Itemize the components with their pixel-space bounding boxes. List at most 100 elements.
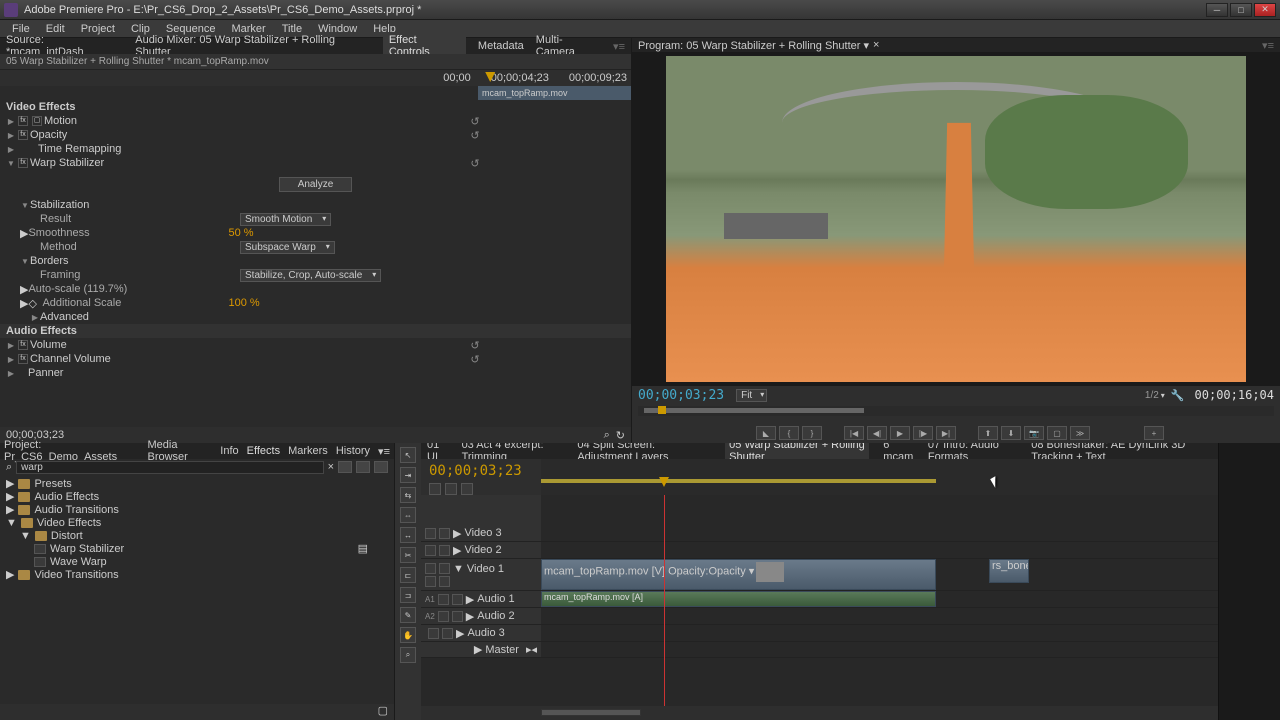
- seq-tab[interactable]: 6 mcam: [883, 443, 914, 459]
- seq-tab[interactable]: 01 UI: [427, 443, 448, 459]
- button-editor-button[interactable]: ≫: [1070, 426, 1090, 440]
- solo-icon[interactable]: [452, 594, 463, 605]
- method-dropdown[interactable]: Subspace Warp: [240, 241, 335, 254]
- settings-icon[interactable]: 🔧: [1171, 389, 1185, 402]
- effect-time-remapping[interactable]: Time Remapping: [38, 143, 631, 155]
- selection-tool-icon[interactable]: ↖: [400, 447, 416, 463]
- track-option-icon[interactable]: [425, 576, 436, 587]
- play-button[interactable]: ▶: [890, 426, 910, 440]
- effect-panner[interactable]: Panner: [28, 367, 631, 379]
- tab-metadata[interactable]: Metadata: [478, 40, 524, 52]
- pen-tool-icon[interactable]: ✎: [400, 607, 416, 623]
- seq-tab[interactable]: 07 Intro: Audio Formats: [928, 443, 1017, 459]
- reset-icon[interactable]: ↺: [469, 157, 481, 170]
- tree-distort[interactable]: Distort: [51, 530, 83, 542]
- sync-lock-icon[interactable]: [461, 483, 473, 495]
- close-tab-icon[interactable]: ×: [873, 39, 879, 51]
- safe-margins-button[interactable]: ▢: [1047, 426, 1067, 440]
- filter-icon[interactable]: [356, 461, 370, 473]
- maximize-button[interactable]: □: [1230, 3, 1252, 17]
- seq-tab[interactable]: 03 Act 4 excerpt: Trimming: [462, 443, 564, 459]
- solo-icon[interactable]: [442, 628, 453, 639]
- tab-effects[interactable]: Effects: [247, 445, 280, 457]
- slip-tool-icon[interactable]: ⊏: [400, 567, 416, 583]
- filter-icon[interactable]: [338, 461, 352, 473]
- video-clip[interactable]: mcam_topRamp.mov [V] Opacity:Opacity ▾: [541, 559, 936, 590]
- track-select-tool-icon[interactable]: ⇥: [400, 467, 416, 483]
- tree-audio-transitions[interactable]: Audio Transitions: [34, 504, 118, 516]
- fx-toggle-icon[interactable]: fx: [18, 354, 28, 364]
- fx-toggle-icon[interactable]: fx: [18, 130, 28, 140]
- effect-volume[interactable]: Volume: [30, 339, 469, 351]
- panel-menu-icon[interactable]: ▾≡: [1262, 39, 1274, 52]
- additional-scale-value[interactable]: 100 %: [228, 297, 259, 309]
- extract-button[interactable]: ⬇: [1001, 426, 1021, 440]
- ripple-edit-tool-icon[interactable]: ⇆: [400, 487, 416, 503]
- program-timecode[interactable]: 00;00;03;23: [638, 388, 724, 403]
- close-button[interactable]: ✕: [1254, 3, 1276, 17]
- reset-icon[interactable]: ↺: [469, 115, 481, 128]
- reset-icon[interactable]: ↺: [469, 339, 481, 352]
- track-video1-label[interactable]: Video 1: [467, 563, 504, 575]
- timeline-ruler[interactable]: [541, 459, 1218, 495]
- go-to-out-button[interactable]: ▶|: [936, 426, 956, 440]
- program-viewer[interactable]: [666, 56, 1246, 382]
- export-frame-button[interactable]: 📷: [1024, 426, 1044, 440]
- stabilization-group[interactable]: Stabilization: [30, 199, 631, 211]
- eye-icon[interactable]: [425, 563, 436, 574]
- seq-tab[interactable]: 08 Boneshaker: AE DynLink 3D Tracking + …: [1031, 443, 1212, 459]
- rolling-edit-tool-icon[interactable]: ⇔: [400, 507, 416, 523]
- panel-menu-icon[interactable]: ▾≡: [378, 445, 390, 458]
- solo-icon[interactable]: [452, 611, 463, 622]
- track-master-label[interactable]: Master: [485, 644, 519, 656]
- tree-wave-warp[interactable]: Wave Warp: [50, 556, 107, 568]
- search-input[interactable]: [16, 461, 323, 474]
- fx-toggle-icon[interactable]: fx: [18, 158, 28, 168]
- loop-icon[interactable]: ↻: [616, 429, 625, 442]
- tab-info[interactable]: Info: [220, 445, 238, 457]
- zoom-icon[interactable]: ⌕: [604, 429, 610, 442]
- new-bin-icon[interactable]: ▢: [378, 704, 388, 720]
- add-button[interactable]: +: [1144, 426, 1164, 440]
- snap-icon[interactable]: [429, 483, 441, 495]
- minimize-button[interactable]: ─: [1206, 3, 1228, 17]
- advanced-group[interactable]: Advanced: [40, 311, 631, 323]
- razor-tool-icon[interactable]: ✂: [400, 547, 416, 563]
- eye-icon[interactable]: [425, 545, 436, 556]
- track-audio2-label[interactable]: Audio 2: [477, 610, 514, 622]
- mute-icon[interactable]: [438, 594, 449, 605]
- mark-out-button[interactable]: {: [779, 426, 799, 440]
- step-forward-button[interactable]: |▶: [913, 426, 933, 440]
- panel-menu-icon[interactable]: ▾≡: [613, 40, 625, 53]
- tree-video-effects[interactable]: Video Effects: [37, 517, 101, 529]
- motion-toggle-icon[interactable]: ▢: [32, 116, 42, 126]
- tree-presets[interactable]: Presets: [34, 478, 71, 490]
- tab-markers[interactable]: Markers: [288, 445, 328, 457]
- effect-opacity[interactable]: Opacity: [30, 129, 469, 141]
- smoothness-value[interactable]: 50 %: [228, 227, 253, 239]
- result-dropdown[interactable]: Smooth Motion: [240, 213, 331, 226]
- scrub-playhead-icon[interactable]: [658, 406, 666, 414]
- go-to-in-button[interactable]: |◀: [844, 426, 864, 440]
- seq-tab[interactable]: 04 Split Screen: Adjustment Layers: [577, 443, 711, 459]
- reset-icon[interactable]: ↺: [469, 129, 481, 142]
- mark-clip-button[interactable]: }: [802, 426, 822, 440]
- borders-group[interactable]: Borders: [30, 255, 631, 267]
- track-audio3-label[interactable]: Audio 3: [467, 627, 504, 639]
- fx-toggle-icon[interactable]: fx: [18, 340, 28, 350]
- effect-channel-volume[interactable]: Channel Volume: [30, 353, 469, 365]
- zoom-scrollbar[interactable]: [541, 709, 641, 716]
- tab-history[interactable]: History: [336, 445, 370, 457]
- keyframe-toggle-icon[interactable]: ◇: [28, 297, 38, 310]
- lock-icon[interactable]: [439, 563, 450, 574]
- timeline-timecode[interactable]: 00;00;03;23: [429, 463, 533, 479]
- mute-icon[interactable]: [438, 611, 449, 622]
- fx-toggle-icon[interactable]: fx: [18, 116, 28, 126]
- clear-search-icon[interactable]: ×: [328, 461, 334, 473]
- scrubber[interactable]: [638, 406, 1274, 416]
- tree-video-transitions[interactable]: Video Transitions: [34, 569, 118, 581]
- ec-clip-bar[interactable]: mcam_topRamp.mov: [478, 86, 631, 100]
- analyze-button[interactable]: Analyze: [279, 177, 353, 192]
- tab-program[interactable]: Program: 05 Warp Stabilizer + Rolling Sh…: [638, 39, 869, 52]
- track-audio1-label[interactable]: Audio 1: [477, 593, 514, 605]
